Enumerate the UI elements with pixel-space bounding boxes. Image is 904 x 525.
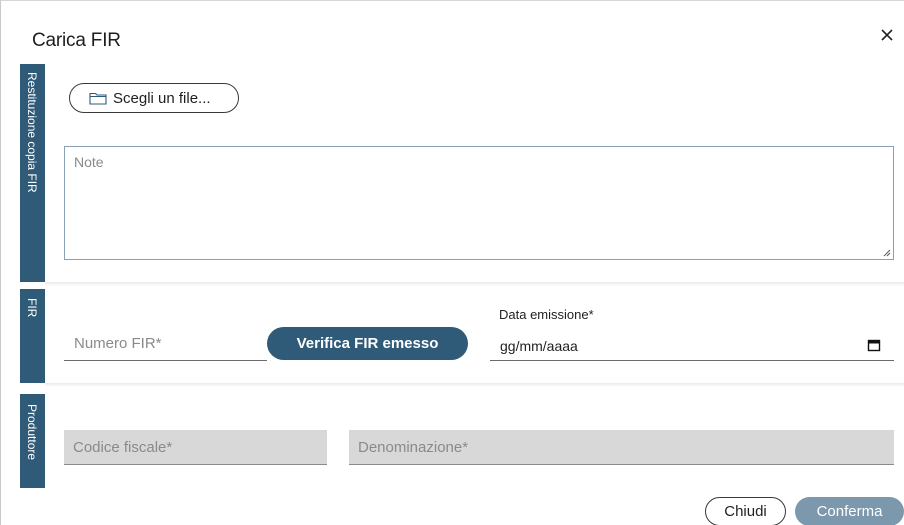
- dialog-header: Carica FIR: [1, 1, 904, 59]
- confirm-button[interactable]: Conferma: [795, 497, 904, 525]
- note-placeholder: Note: [74, 154, 104, 170]
- choose-file-button[interactable]: Scegli un file...: [69, 83, 239, 113]
- dialog-title: Carica FIR: [32, 30, 121, 51]
- codice-fiscale-placeholder: Codice fiscale*: [73, 439, 173, 456]
- section-tab-label: Produttore: [25, 404, 39, 461]
- date-emission-input[interactable]: gg/mm/aaaa: [490, 329, 894, 361]
- close-icon[interactable]: [877, 25, 897, 45]
- upload-fir-dialog: Carica FIR Restituzione copia FIR Scegli…: [0, 0, 904, 525]
- section-tab-produttore: Produttore: [20, 394, 45, 488]
- date-emission-value: gg/mm/aaaa: [500, 338, 578, 354]
- denominazione-placeholder: Denominazione*: [358, 439, 469, 456]
- section-divider: [45, 383, 904, 387]
- section-tab-restituzione: Restituzione copia FIR: [20, 64, 45, 282]
- numero-fir-input[interactable]: Numero FIR*: [64, 323, 267, 361]
- section-divider: [45, 282, 904, 286]
- calendar-icon[interactable]: [867, 338, 881, 352]
- choose-file-label: Scegli un file...: [113, 89, 211, 107]
- section-tab-label: FIR: [25, 298, 39, 318]
- note-textarea[interactable]: Note: [64, 146, 894, 260]
- codice-fiscale-input[interactable]: Codice fiscale*: [64, 430, 327, 465]
- date-emission-label: Data emissione*: [499, 307, 594, 322]
- verify-fir-button[interactable]: Verifica FIR emesso: [267, 327, 468, 360]
- folder-icon: [89, 92, 107, 105]
- section-tab-label: Restituzione copia FIR: [25, 72, 39, 193]
- numero-fir-placeholder: Numero FIR*: [74, 335, 162, 352]
- resize-grip-icon[interactable]: [881, 247, 891, 257]
- denominazione-input[interactable]: Denominazione*: [349, 430, 894, 465]
- section-tab-fir: FIR: [20, 289, 45, 383]
- close-button[interactable]: Chiudi: [705, 497, 786, 525]
